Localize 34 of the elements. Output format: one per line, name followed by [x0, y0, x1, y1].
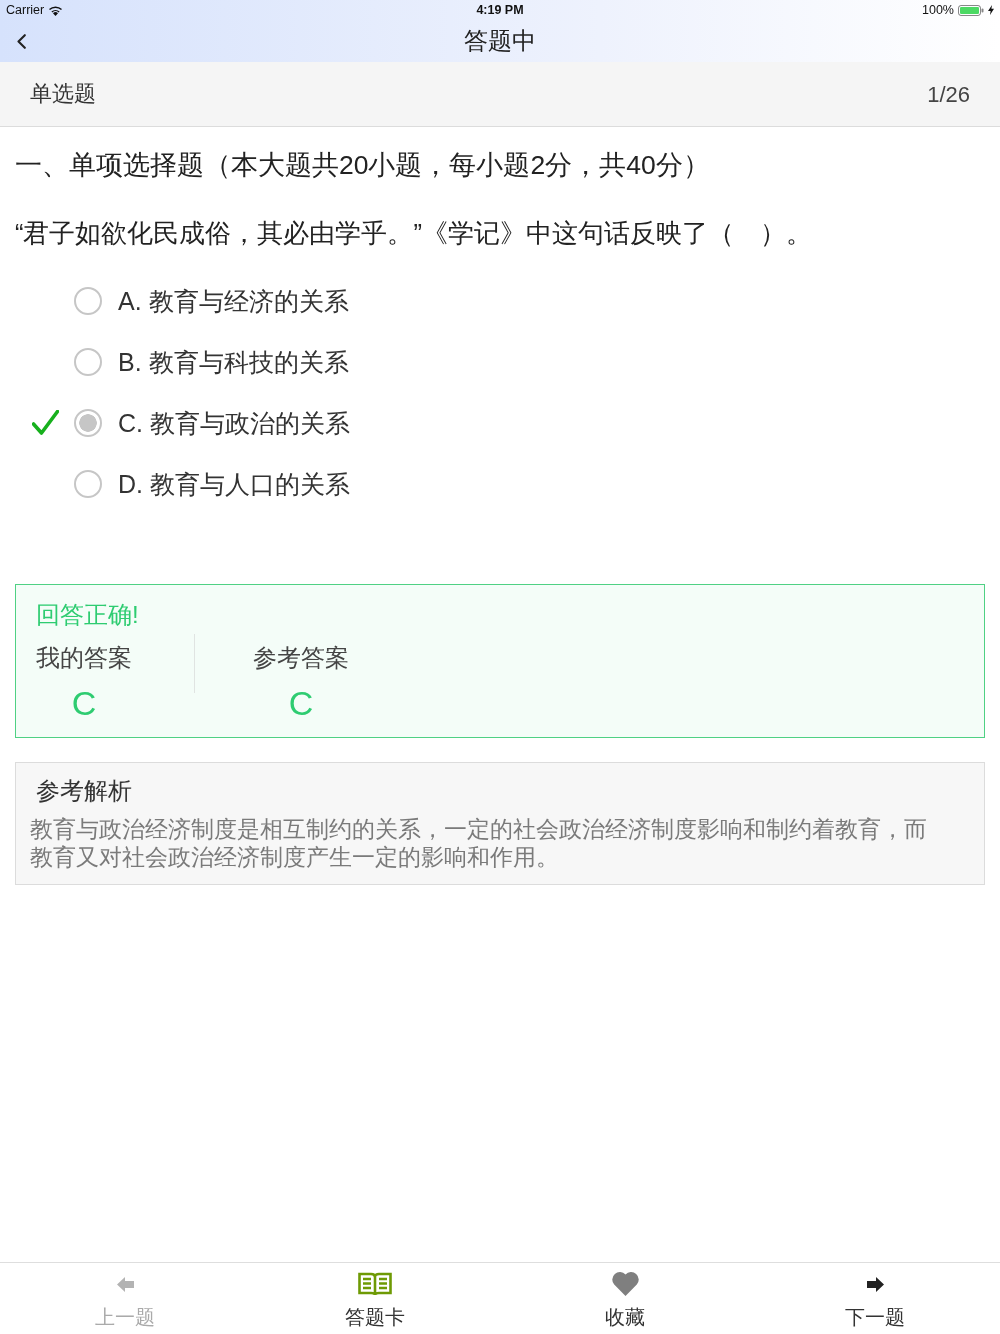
analysis-heading: 参考解析: [35, 777, 133, 806]
arrow-left-icon: [116, 1276, 134, 1292]
radio-button[interactable]: [74, 469, 102, 498]
carrier-label: Carrier: [6, 1, 45, 19]
next-question-button[interactable]: 下一题: [750, 1263, 1000, 1334]
radio-button[interactable]: [74, 347, 102, 376]
result-message: 回答正确!: [36, 600, 140, 630]
battery-percent: 100%: [922, 1, 954, 19]
radio-button[interactable]: [74, 408, 102, 437]
option-label[interactable]: A. 教育与经济的关系: [118, 283, 349, 318]
question-text: “君子如欲化民成俗，其必由学乎。”《学记》中这句话反映了（ ）。: [15, 218, 813, 249]
answer-letter: C: [287, 683, 315, 723]
battery-icon: [958, 4, 984, 16]
heart-icon: [611, 1272, 639, 1296]
status-time: 4:19 PM: [476, 1, 524, 19]
answer-sheet-button[interactable]: 答题卡: [250, 1263, 500, 1334]
page-title: 答题中: [464, 26, 536, 56]
answer-heading: 我的答案: [36, 643, 132, 673]
charging-bolt-icon: [988, 5, 994, 15]
answer-heading: 参考答案: [253, 643, 349, 673]
option-label[interactable]: D. 教育与人口的关系: [118, 466, 350, 501]
question-counter: 1/26: [927, 80, 970, 109]
favorite-button[interactable]: 收藏: [500, 1263, 750, 1334]
chevron-left-icon: [17, 33, 26, 49]
arrow-right-icon: [866, 1276, 884, 1292]
option-label[interactable]: C. 教育与政治的关系: [118, 405, 350, 440]
analysis-text: 教育与政治经济制度是相互制约的关系，一定的社会政治经济制度影响和制约着教育，而教育又对社会政治经济制度产生一定的影响和作用。: [30, 815, 928, 871]
question-type-label: 单选题: [30, 80, 96, 108]
radio-button[interactable]: [74, 286, 102, 315]
answer-letter: C: [70, 683, 98, 723]
option-label[interactable]: B. 教育与科技的关系: [118, 344, 349, 379]
wifi-icon: [48, 4, 64, 16]
open-book-icon: [358, 1272, 392, 1296]
section-heading: 一、单项选择题（本大题共20小题，每小题2分，共40分）: [15, 149, 711, 182]
